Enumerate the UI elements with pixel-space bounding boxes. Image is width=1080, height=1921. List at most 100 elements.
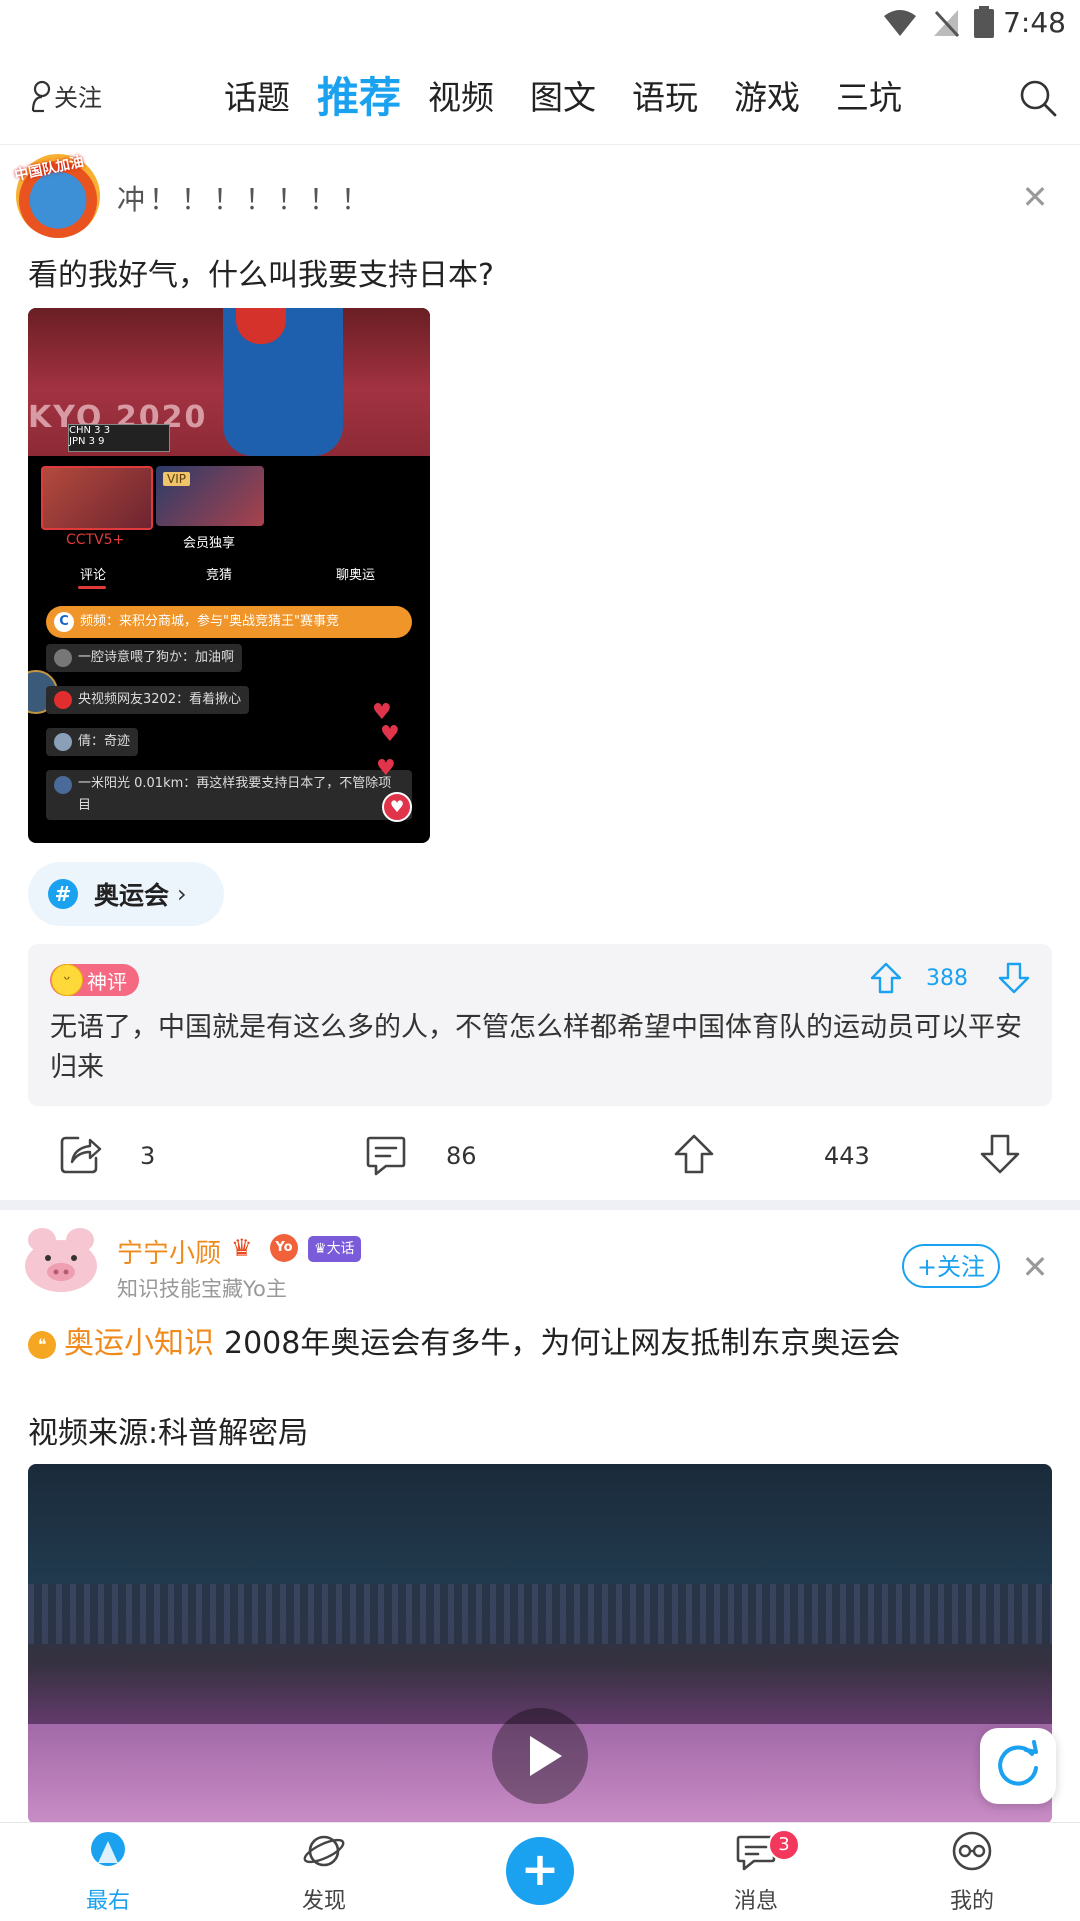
topic-label: 奥运会 — [94, 881, 170, 910]
author-subtitle: 知识技能宝藏Yo主 — [117, 1277, 287, 1301]
nav-discover[interactable]: 发现 — [264, 1829, 384, 1915]
post-tag[interactable]: 奥运小知识 — [64, 1326, 214, 1361]
profile-icon — [952, 1831, 992, 1871]
share-count: 3 — [140, 1142, 156, 1170]
comment-avatar — [54, 733, 72, 751]
status-bar: 7:48 — [0, 0, 1080, 50]
nav-profile[interactable]: 我的 — [912, 1829, 1032, 1915]
post-author-name[interactable]: 宁宁小顾 — [117, 1233, 221, 1270]
message-count-badge: 3 — [768, 1829, 800, 1861]
comment-text: 一米阳光 0.01km：再这样我要支持日本了，不管除项目 — [78, 776, 392, 813]
post-divider — [0, 1200, 1080, 1210]
featured-comment-badge: ᵕ 神评 — [50, 964, 139, 996]
image-comment: 央视频网友3202：看着揪心 — [46, 686, 250, 714]
yo-badge: Yo — [270, 1234, 298, 1262]
image-caption-cctv: CCTV5+ — [66, 532, 125, 548]
home-icon — [91, 1832, 125, 1866]
video-player[interactable] — [28, 1464, 1052, 1824]
tab-image-text[interactable]: 图文 — [512, 68, 614, 128]
follow-button[interactable]: +关注 — [902, 1244, 1000, 1288]
publish-button[interactable]: + — [506, 1837, 574, 1905]
chevron-right-icon: › — [177, 880, 187, 908]
nav-profile-label: 我的 — [949, 1889, 994, 1914]
topic-chip[interactable]: # 奥运会 › — [28, 862, 224, 926]
top-nav: 关注 话题 推荐 视频 图文 语玩 游戏 三坑 — [0, 56, 1080, 145]
play-icon — [530, 1736, 562, 1776]
hashtag-icon: # — [48, 879, 78, 909]
image-comment: 一米阳光 0.01km：再这样我要支持日本了，不管除项目 — [46, 770, 412, 820]
image-subtab: 竞猜 — [206, 568, 233, 583]
comment-text: 一腔诗意喂了狗か：加油啊 — [78, 650, 235, 665]
smiley-icon: ᵕ — [51, 964, 83, 996]
image-banner: 频频：来积分商城，参与"奥战竞猜王"赛事竞 — [46, 606, 412, 638]
refresh-button[interactable] — [980, 1728, 1056, 1804]
featured-badge-label: 神评 — [87, 969, 127, 994]
dahua-badge: ♛大话 — [308, 1236, 361, 1262]
close-icon[interactable]: ✕ — [1020, 1251, 1050, 1283]
crown-icon: ♛ — [231, 1234, 253, 1262]
tab-voice-play[interactable]: 语玩 — [614, 68, 716, 128]
nav-home-label: 最右 — [85, 1889, 130, 1914]
image-thumb-cctv — [41, 466, 153, 530]
vip-badge: VIP — [163, 472, 190, 486]
post-actions: 3 86 443 — [0, 1130, 1080, 1180]
person-icon — [31, 80, 51, 112]
banner-c-icon: C — [54, 612, 74, 632]
heart-icon: ♥ — [380, 722, 400, 747]
dahua-label: 大话 — [326, 1241, 355, 1257]
featured-comment-text: 无语了，中国就是有这么多的人，不管怎么样都希望中国体育队的运动员可以平安归来 — [50, 1012, 1022, 1083]
comment-count: 86 — [446, 1142, 477, 1170]
user-avatar[interactable] — [18, 1222, 104, 1298]
image-comment: 一腔诗意喂了狗か：加油啊 — [46, 644, 243, 672]
post-title-text: 2008年奥运会有多牛，为何让网友抵制东京奥运会 — [224, 1326, 901, 1361]
tab-topics[interactable]: 话题 — [206, 68, 308, 128]
comment-text: 倩：奇迹 — [78, 734, 131, 749]
clock: 7:48 — [1003, 6, 1066, 39]
nav-discover-label: 发现 — [301, 1889, 346, 1914]
bottom-nav: 最右 发现 + 消息 3 我的 — [0, 1822, 1080, 1921]
comment-avatar — [54, 691, 72, 709]
comment-avatar — [54, 649, 72, 667]
crown-small-icon: ♛ — [314, 1241, 327, 1257]
comment-icon[interactable] — [364, 1132, 408, 1176]
featured-comment[interactable]: ᵕ 神评 388 无语了，中国就是有这么多的人，不管怎么样都希望中国体育队的运动… — [28, 944, 1052, 1106]
image-subtab: 评论 — [80, 568, 107, 583]
battery-icon — [974, 6, 994, 38]
follow-tab-label: 关注 — [54, 84, 102, 112]
follow-tab-button[interactable]: 关注 — [30, 78, 102, 113]
post-author-name[interactable]: 冲！！！！！！！ — [117, 178, 373, 218]
upvote-icon[interactable] — [868, 960, 904, 996]
tab-games[interactable]: 游戏 — [716, 68, 818, 128]
post-text: 看的我好气，什么叫我要支持日本? — [28, 258, 494, 293]
close-icon[interactable]: ✕ — [1020, 181, 1050, 213]
post-image[interactable]: KYO 2020 CHN 3 3 JPN 3 9 VIP CCTV5+ 会员独享… — [28, 308, 430, 843]
nav-home[interactable]: 最右 — [48, 1829, 168, 1915]
comment-avatar — [54, 776, 72, 794]
image-scoreboard: CHN 3 3 JPN 3 9 — [68, 424, 170, 452]
quote-icon: ❝ — [28, 1330, 56, 1359]
tab-recommended[interactable]: 推荐 — [308, 68, 410, 128]
like-heart-icon: ♥ — [382, 792, 412, 822]
video-stadium — [28, 1584, 1052, 1644]
downvote-icon[interactable] — [996, 960, 1032, 996]
image-subtab-underline — [78, 586, 106, 589]
comment-text: 央视频网友3202：看着揪心 — [78, 692, 242, 707]
upvote-icon[interactable] — [672, 1132, 716, 1176]
like-count: 443 — [824, 1142, 870, 1170]
featured-vote-count: 388 — [926, 966, 968, 991]
nav-messages-label: 消息 — [733, 1889, 778, 1914]
post-title: ❝ 奥运小知识 2008年奥运会有多牛，为何让网友抵制东京奥运会 — [28, 1318, 900, 1362]
refresh-icon — [998, 1740, 1038, 1786]
wifi-icon — [884, 10, 916, 36]
no-signal-icon — [934, 10, 960, 38]
heart-icon: ♥ — [376, 756, 396, 781]
feed-tabs: 话题 推荐 视频 图文 语玩 游戏 三坑 — [206, 68, 920, 128]
tab-sankeng[interactable]: 三坑 — [818, 68, 920, 128]
tab-video[interactable]: 视频 — [410, 68, 512, 128]
share-icon[interactable] — [58, 1132, 102, 1176]
search-icon[interactable] — [1018, 78, 1058, 118]
image-comment: 倩：奇迹 — [46, 728, 139, 756]
image-subtab: 聊奥运 — [336, 568, 376, 583]
image-caption-member: 会员独享 — [183, 536, 236, 551]
downvote-icon[interactable] — [978, 1132, 1022, 1176]
